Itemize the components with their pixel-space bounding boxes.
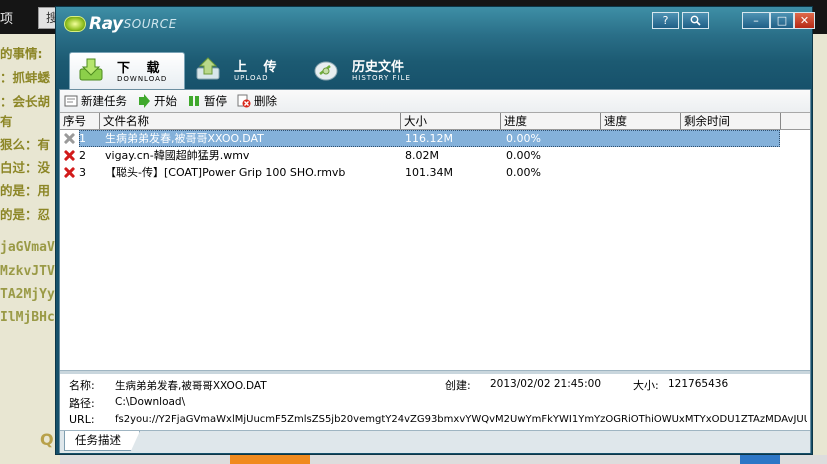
row-index: 1 xyxy=(79,132,86,145)
background-text: ：抓蚌蟋 xyxy=(0,70,51,85)
background-text: 的是：忍 xyxy=(0,207,51,222)
row-size: 8.02M xyxy=(405,149,439,162)
background-menu-item[interactable]: 项 xyxy=(0,8,13,27)
delete-icon xyxy=(237,94,251,108)
row-size: 101.34M xyxy=(405,166,453,179)
delete-button[interactable]: 删除 xyxy=(237,93,277,109)
background-text: ：会长胡 xyxy=(0,94,51,109)
row-size: 116.12M xyxy=(405,132,453,145)
background-text: 的是：用 xyxy=(0,183,51,198)
tab-task-description[interactable]: 任务描述 xyxy=(64,431,140,451)
row-file-name: vigay.cn-韓國超帥猛男.wmv xyxy=(105,149,250,162)
column-progress[interactable]: 进度 xyxy=(501,113,601,129)
error-icon xyxy=(63,149,76,162)
detail-size-label: 大小: xyxy=(633,379,659,392)
tab-subtitle: DOWNLOAD xyxy=(117,75,168,83)
maximize-button[interactable]: □ xyxy=(770,12,794,29)
tab-subtitle: HISTORY FILE xyxy=(352,74,411,82)
bottom-tab-bar: 任务描述 xyxy=(60,430,810,453)
background-text: 狠么：有 xyxy=(0,137,51,152)
table-row[interactable]: 1 生病弟弟发春,被哥哥XXOO.DAT 116.12M 0.00% xyxy=(60,130,780,147)
background-strip xyxy=(60,455,827,464)
column-speed[interactable]: 速度 xyxy=(601,113,681,129)
detail-url-label: URL: xyxy=(69,413,95,426)
detail-name-value: 生病弟弟发春,被哥哥XXOO.DAT xyxy=(115,380,267,392)
toolbar-label: 删除 xyxy=(254,94,277,108)
tab-title: 历史文件 xyxy=(352,60,405,75)
new-task-button[interactable]: 新建任务 xyxy=(64,93,127,109)
logo-mark-icon xyxy=(64,16,86,32)
column-file-name[interactable]: 文件名称 xyxy=(100,113,401,129)
toolbar-label: 新建任务 xyxy=(81,94,127,108)
new-task-icon xyxy=(64,95,78,107)
tab-subtitle: UPLOAD xyxy=(234,74,269,82)
row-progress: 0.00% xyxy=(506,132,541,145)
tab-title: 下 载 xyxy=(117,61,166,76)
error-icon xyxy=(63,166,76,179)
toolbar-label: 开始 xyxy=(154,94,177,108)
tab-download[interactable]: 下 载 DOWNLOAD xyxy=(69,52,185,89)
background-text: 白过：没 xyxy=(0,160,51,175)
column-size[interactable]: 大小 xyxy=(401,113,501,129)
history-icon xyxy=(314,61,338,81)
row-speed xyxy=(605,164,675,181)
column-remaining-time[interactable]: 剩余时间 xyxy=(681,113,781,129)
task-details: 名称: 生病弟弟发春,被哥哥XXOO.DAT 创建: 2013/02/02 21… xyxy=(60,374,810,429)
error-icon xyxy=(63,132,76,145)
table-row[interactable]: 2 vigay.cn-韓國超帥猛男.wmv 8.02M 0.00% xyxy=(60,147,780,164)
help-button[interactable]: ? xyxy=(652,12,679,29)
raysource-window: Ray SOURCE ? – □ ✕ 下 载 DOWNLOAD 上 传 UPLO… xyxy=(55,6,815,455)
detail-url-value[interactable]: fs2you://Y2FjaGVmaWxlMjUucmF5ZmlsZS5jb20… xyxy=(115,414,807,425)
background-code: MzkvJTV xyxy=(0,264,55,279)
background-code: IlMjBHc xyxy=(0,310,55,325)
download-panel: 新建任务 开始 暂停 删除 序号 文件名称 大小 进度 速度 剩余时间 1 生病… xyxy=(59,89,811,453)
background-text: 有 xyxy=(0,114,13,129)
task-list-header: 序号 文件名称 大小 进度 速度 剩余时间 xyxy=(60,113,810,130)
row-remaining xyxy=(685,130,775,147)
toolbar: 新建任务 开始 暂停 删除 xyxy=(60,90,810,112)
row-file-name: 生病弟弟发春,被哥哥XXOO.DAT xyxy=(105,132,264,145)
start-button[interactable]: 开始 xyxy=(137,93,177,109)
search-icon xyxy=(690,15,701,26)
logo-source-text: SOURCE xyxy=(123,17,177,31)
minimize-button[interactable]: – xyxy=(742,12,770,29)
row-speed xyxy=(605,147,675,164)
background-code: jaGVmaV xyxy=(0,240,55,255)
pause-button[interactable]: 暂停 xyxy=(187,93,227,109)
app-logo: Ray SOURCE xyxy=(64,13,177,35)
background-strip-blue xyxy=(740,455,780,464)
background-code: TA2MjYy xyxy=(0,287,55,302)
tab-history-file[interactable]: 历史文件 HISTORY FILE xyxy=(305,52,445,89)
row-index: 2 xyxy=(79,149,86,162)
detail-created-label: 创建: xyxy=(445,379,471,392)
row-speed xyxy=(605,130,675,147)
row-file-name: 【聪头-传】[COAT]Power Grip 100 SHO.rmvb xyxy=(105,166,346,179)
pause-icon xyxy=(189,96,199,106)
row-index: 3 xyxy=(79,166,86,179)
row-remaining xyxy=(685,164,775,181)
toolbar-label: 暂停 xyxy=(204,94,227,108)
detail-path-value: C:\Download\ xyxy=(115,396,186,408)
row-progress: 0.00% xyxy=(506,166,541,179)
background-strip-orange xyxy=(230,455,310,464)
tab-upload[interactable]: 上 传 UPLOAD xyxy=(187,52,297,89)
download-icon xyxy=(79,58,103,81)
background-text: 的事情: xyxy=(0,46,43,61)
upload-icon xyxy=(196,57,220,80)
row-progress: 0.00% xyxy=(506,149,541,162)
play-icon xyxy=(139,94,150,108)
detail-path-label: 路径: xyxy=(69,397,95,410)
detail-created-value: 2013/02/02 21:45:00 xyxy=(490,378,602,390)
tab-title: 上 传 xyxy=(234,60,283,75)
row-remaining xyxy=(685,147,775,164)
search-button[interactable] xyxy=(682,12,709,29)
logo-ray-text: Ray xyxy=(89,14,123,34)
detail-size-value: 121765436 xyxy=(668,378,729,390)
table-row[interactable]: 3 【聪头-传】[COAT]Power Grip 100 SHO.rmvb 10… xyxy=(60,164,780,181)
column-index[interactable]: 序号 xyxy=(60,113,100,129)
task-list[interactable]: 序号 文件名称 大小 进度 速度 剩余时间 1 生病弟弟发春,被哥哥XXOO.D… xyxy=(60,112,810,371)
detail-name-label: 名称: xyxy=(69,379,95,392)
close-button[interactable]: ✕ xyxy=(794,12,815,29)
